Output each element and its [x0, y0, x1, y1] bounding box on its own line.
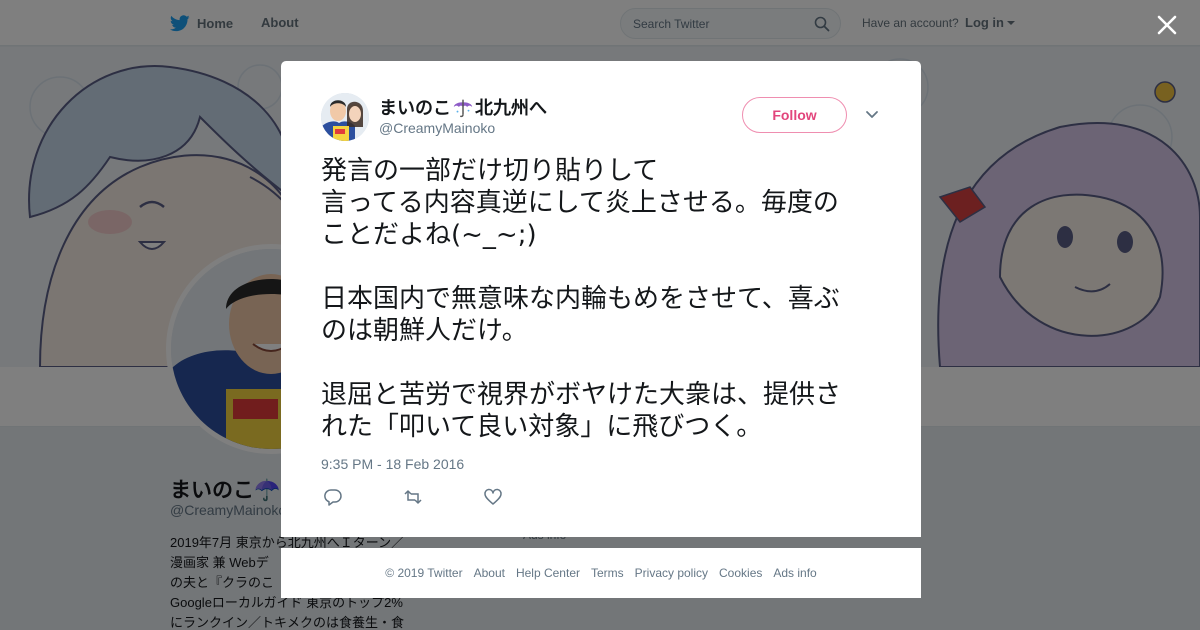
close-icon[interactable] [1156, 14, 1178, 36]
like-heart-icon[interactable] [483, 488, 503, 506]
footer-link-cookies[interactable]: Cookies [719, 566, 762, 580]
tweet-line: ことだよね(~_~;) [321, 220, 537, 250]
tweet-timestamp[interactable]: 9:35 PM - 18 Feb 2016 [321, 456, 464, 472]
tweet-author-handle[interactable]: @CreamyMainoko [379, 120, 495, 136]
tweet-paragraph: 発言の一部だけ切り貼りして 言ってる内容真逆にして炎上させる。毎度の ことだよね… [321, 155, 887, 251]
tweet-modal: まいのこ 北九州へ @CreamyMainoko Follow 発言の一部だけ切… [281, 61, 921, 537]
author-photo [321, 93, 369, 141]
tweet-paragraph: 退屈と苦労で視界がボヤけた大衆は、提供さ れた「叩いて良い対象」に飛びつく。 [321, 379, 887, 443]
footer-copyright: © 2019 Twitter [385, 566, 463, 580]
tweet-line: のは朝鮮人だけ。 [321, 316, 528, 346]
retweet-icon[interactable] [403, 488, 423, 506]
tweet-line: 発言の一部だけ切り貼りして [321, 156, 659, 186]
author-display-name: まいのこ [379, 98, 451, 118]
footer-link-terms[interactable]: Terms [591, 566, 624, 580]
tweet-line: 退屈と苦労で視界がボヤけた大衆は、提供さ [321, 380, 842, 410]
reply-icon[interactable] [323, 488, 343, 506]
footer-link-ads-info[interactable]: Ads info [773, 566, 816, 580]
author-name-suffix: 北九州へ [475, 98, 547, 118]
footer-link-about[interactable]: About [474, 566, 505, 580]
tweet-author-name[interactable]: まいのこ 北九州へ [379, 94, 547, 120]
tweet-paragraph: 日本国内で無意味な内輪もめをさせて、喜ぶ のは朝鮮人だけ。 [321, 283, 887, 347]
modal-footer: © 2019 Twitter About Help Center Terms P… [281, 548, 921, 598]
tweet-line: 言ってる内容真逆にして炎上させる。毎度の [321, 188, 839, 218]
follow-button[interactable]: Follow [742, 97, 847, 133]
tweet-line: 日本国内で無意味な内輪もめをさせて、喜ぶ [321, 284, 840, 314]
chevron-down-icon[interactable] [865, 109, 879, 121]
footer-link-help-center[interactable]: Help Center [516, 566, 580, 580]
footer-link-privacy[interactable]: Privacy policy [635, 566, 708, 580]
tweet-text: 発言の一部だけ切り貼りして 言ってる内容真逆にして炎上させる。毎度の ことだよね… [321, 155, 887, 443]
umbrella-emoji-icon [453, 99, 473, 118]
tweet-line: れた「叩いて良い対象」に飛びつく。 [321, 412, 763, 442]
tweet-author-avatar[interactable] [321, 93, 369, 141]
